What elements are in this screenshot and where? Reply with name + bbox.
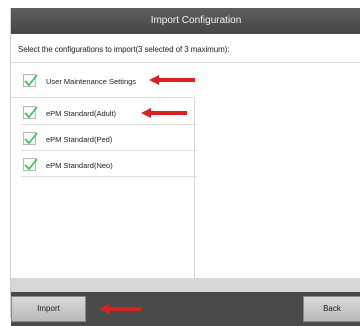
row-separator — [21, 150, 197, 151]
annotation-arrow-icon — [149, 75, 195, 85]
checkmark-icon — [24, 74, 38, 87]
configuration-list — [11, 97, 193, 286]
option-label[interactable]: ePM Standard(Ped) — [46, 135, 112, 144]
checkbox-epm-standard-ped[interactable] — [23, 132, 38, 145]
footer-bar: Import Back — [11, 292, 360, 326]
dialog-title: Import Configuration — [11, 8, 360, 34]
instruction-text: Select the configurations to import(3 se… — [18, 45, 230, 54]
checkbox-epm-standard-adult[interactable] — [23, 106, 38, 119]
option-label[interactable]: ePM Standard(Neo) — [46, 161, 113, 170]
checkbox-user-maintenance-settings[interactable] — [23, 74, 38, 87]
annotation-arrow-icon — [99, 304, 141, 314]
checkmark-icon — [24, 106, 38, 119]
checkmark-icon — [24, 158, 38, 171]
option-label[interactable]: ePM Standard(Adult) — [46, 109, 116, 118]
option-label[interactable]: User Maintenance Settings — [46, 77, 136, 86]
divider — [11, 62, 360, 63]
import-configuration-dialog: Import Configuration Select the configur… — [10, 8, 360, 326]
checkbox-epm-standard-neo[interactable] — [23, 158, 38, 171]
back-button[interactable]: Back — [303, 296, 360, 322]
panel-divider — [194, 97, 195, 285]
checkmark-icon — [24, 132, 38, 145]
import-button[interactable]: Import — [11, 296, 86, 322]
status-strip — [11, 278, 360, 292]
row-separator — [21, 124, 197, 125]
annotation-arrow-icon — [141, 108, 187, 118]
row-separator — [21, 176, 197, 177]
